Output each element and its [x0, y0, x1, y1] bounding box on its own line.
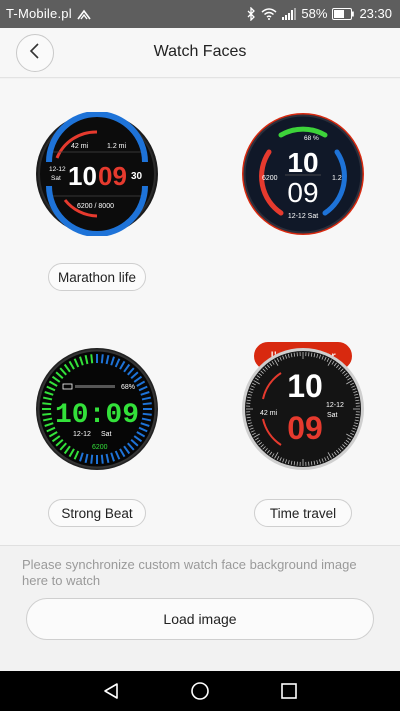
face4-date: 12-12 — [326, 402, 344, 409]
face4-distance: 42 mi — [260, 410, 278, 417]
face3-time: 10:09 — [55, 400, 139, 431]
sync-hint-text: Please synchronize custom watch face bac… — [22, 557, 357, 588]
watch-face-im-runner[interactable]: 68 % 6200 1.2 10 09 12-12 Sat — [241, 112, 365, 236]
cell-signal-icon — [282, 7, 297, 20]
carrier-name: T-Mobile.pl — [6, 6, 72, 21]
face1-date: 12-12 — [49, 166, 66, 173]
app-header: Watch Faces — [0, 28, 400, 78]
watch-face-label-strong-beat[interactable]: Strong Beat — [48, 499, 146, 527]
divider — [0, 545, 400, 546]
wifi-icon — [261, 7, 277, 20]
system-nav-bar — [0, 671, 400, 711]
bluetooth-icon — [247, 6, 256, 21]
watch-face-label-marathon-life[interactable]: Marathon life — [48, 263, 146, 291]
face2-hour: 10 — [287, 147, 318, 178]
face3-weekday: Sat — [101, 431, 112, 438]
status-icons: 58% 23:30 — [247, 6, 392, 21]
battery-percent: 58% — [301, 6, 328, 21]
face2-steps: 6200 — [262, 175, 278, 182]
battery-icon — [332, 7, 355, 20]
face1-weekday: Sat — [51, 175, 61, 182]
watch-face-label-time-travel[interactable]: Time travel — [254, 499, 352, 527]
face1-distance-left: 42 mi — [71, 143, 89, 150]
face1-hour: 10 — [68, 161, 97, 191]
load-image-button[interactable]: Load image — [26, 598, 374, 640]
nav-recents-icon[interactable] — [277, 679, 301, 703]
face4-hour: 10 — [287, 368, 323, 404]
status-bar: T-Mobile.pl 58% 23:30 — [0, 0, 400, 28]
face1-minute: 09 — [98, 161, 127, 191]
nav-back-icon[interactable] — [99, 679, 123, 703]
page-title: Watch Faces — [153, 43, 247, 60]
clock: 23:30 — [359, 6, 392, 21]
face2-date: 12-12 Sat — [288, 213, 318, 220]
face4-weekday: Sat — [327, 412, 338, 419]
face3-steps: 6200 — [92, 444, 108, 451]
watch-face-marathon-life[interactable]: 42 mi 1.2 mi 12-12 Sat 10 09 30 6200 / 8… — [35, 112, 159, 236]
carrier-signal-icon — [77, 8, 91, 20]
face2-minute: 09 — [287, 177, 318, 208]
nav-home-icon[interactable] — [188, 679, 212, 703]
face2-distance: 1.2 — [332, 175, 342, 182]
face1-steps: 6200 / 8000 — [77, 203, 114, 210]
face2-battery: 68 % — [304, 135, 319, 142]
face3-date: 12-12 — [73, 431, 91, 438]
face1-seconds: 30 — [131, 171, 143, 182]
watch-face-time-travel[interactable]: 10 09 42 mi 12-12 Sat — [241, 347, 365, 471]
face3-battery: 68% — [121, 384, 135, 391]
face4-minute: 09 — [287, 410, 323, 446]
face1-distance-right: 1.2 mi — [107, 143, 127, 150]
watch-faces-grid: 42 mi 1.2 mi 12-12 Sat 10 09 30 6200 / 8… — [0, 79, 400, 545]
watch-face-strong-beat[interactable]: 68% 10:09 12-12 Sat 6200 — [35, 347, 159, 471]
